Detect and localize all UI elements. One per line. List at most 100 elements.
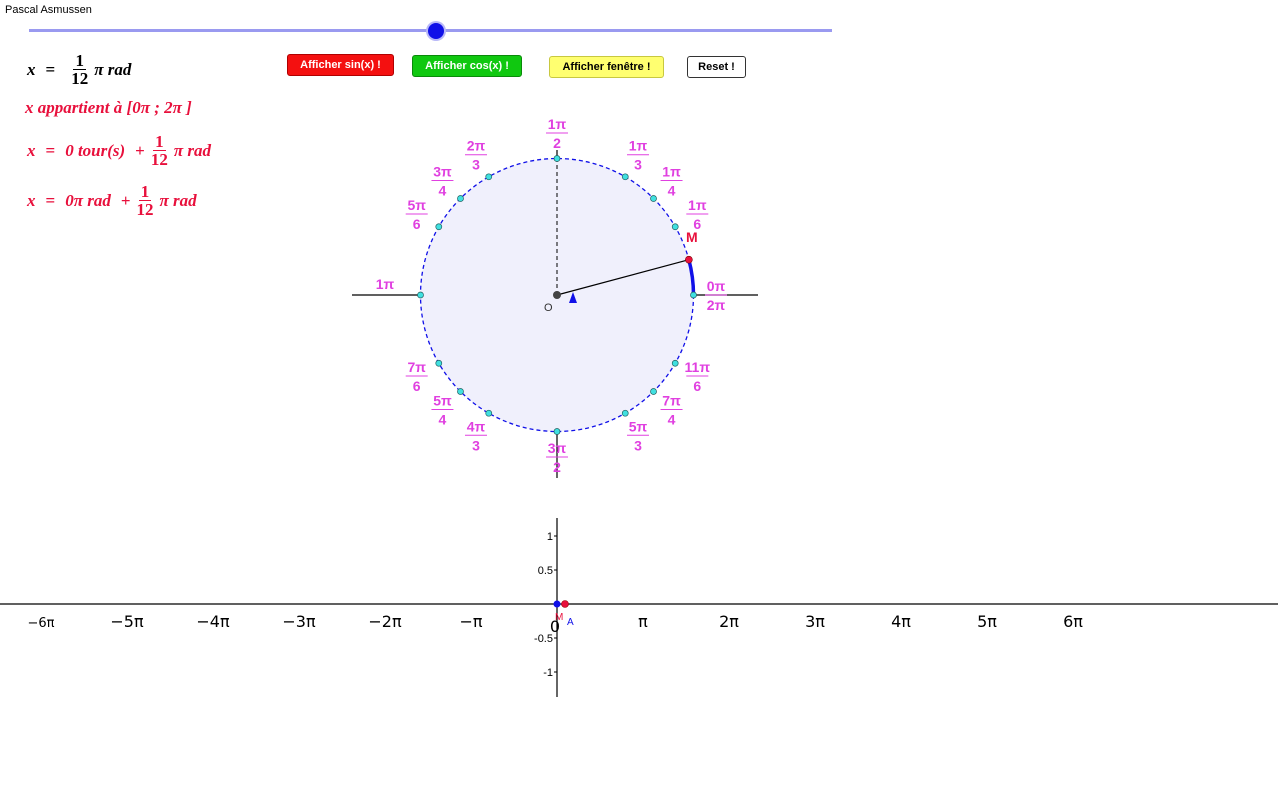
angle-label: 7π6 [405,359,428,394]
angle-label: 3π2 [546,440,568,475]
special-angle-point [621,409,629,417]
x-tick-label: 4π [891,612,911,631]
trig-circle [417,155,697,435]
angle-label-den: 3 [634,157,642,173]
special-angle-point [690,291,697,299]
show-window-button[interactable]: Afficher fenêtre ! [549,56,664,78]
angle-label: 0π2π [705,278,727,313]
angle-slider-thumb[interactable] [428,23,444,39]
formula-interval: x appartient à [0π ; 2π ] [25,98,192,117]
angle-label-num: 7π [407,359,426,375]
x-tick-label: 0 [550,617,560,636]
x-tick-label: −π [459,612,482,631]
angle-arc [687,259,696,296]
angle-label-text: 1π [376,276,395,292]
angle-label-den: 4 [668,182,676,198]
angle-label-den: 2π [707,297,726,313]
angle-label-num: 5π [407,197,426,213]
x-tick-label: −3π [282,612,316,631]
formula-pi-decomposition: x = 0π rad + 1 12 π rad [27,182,197,219]
graph-ticks: −6π −5π −4π −3π −2π −π 0 π 2π 3π 4π 5π 6π 1 0.5 -0.5 -1 [28,531,1084,679]
special-angle-point [435,223,443,231]
formula-equals: = [45,59,56,79]
x-tick-label: −4π [196,612,230,631]
special-angle-point [485,173,493,181]
angle-label-den: 3 [634,437,642,453]
angle-label: 1π3 [627,138,649,173]
angle-label-den: 2 [553,135,561,151]
angle-label-num: 0π [707,278,726,294]
x-tick-label: 2π [719,612,739,631]
angle-label: 7π4 [660,393,683,428]
angle-label-den: 3 [472,157,480,173]
special-angle-point [485,409,493,417]
point-m-label: M [686,229,698,245]
formula-rad: π rad [94,59,132,79]
special-angle-point [435,359,443,367]
angle-label-num: 11π [685,359,711,375]
show-sin-button[interactable]: Afficher sin(x) ! [287,54,394,76]
formula-x-value: x = 1 12 π rad [27,52,131,87]
show-cos-button[interactable]: Afficher cos(x) ! [412,55,522,77]
special-angle-point [457,388,464,395]
angle-label-num: 4π [467,418,486,434]
angle-label: 1π [376,276,395,292]
geometry-canvas: 0π2π1π61π41π31π22π33π45π61π7π65π4 4π3 3π25… [0,116,1278,697]
formula-fraction: 1 12 [71,51,89,88]
angle-label: 1π4 [660,163,683,198]
angle-label-num: 1π [662,163,681,179]
angle-label: 1π2 [546,116,568,151]
angle-label: 5π4 [431,393,454,428]
origin-label: O [544,302,553,314]
angle-label: 11π6 [685,359,711,394]
formula-turns: x = 0 tour(s) + 1 12 π rad [27,132,212,169]
special-angle-point [553,155,561,162]
author-label: Pascal Asmussen [5,4,92,16]
unit-circle [419,157,695,433]
special-angle-point [650,195,657,202]
special-angle-point [621,173,629,181]
angle-label-den: 4 [668,412,676,428]
x-tick-label: −2π [368,612,402,631]
y-tick-label: -1 [543,667,553,679]
angle-label-num: 1π [688,197,707,213]
special-angle-point [553,428,561,435]
special-angle-point [457,195,464,202]
graph-a-label: A [567,617,574,628]
reset-button[interactable]: Reset ! [687,56,746,78]
point-m[interactable] [685,255,693,264]
y-tick-label: 1 [547,531,553,543]
angle-label: 1π6 [686,197,709,232]
formula-x: x [27,59,36,79]
graph-point-a[interactable] [553,600,561,608]
angle-label-num: 7π [662,393,681,409]
x-tick-label: π [638,612,648,631]
graph-point-m[interactable] [561,600,569,608]
x-tick-label: −6π [28,616,55,631]
graph-m-label: M [555,612,563,623]
angle-label-num: 3π [548,440,567,456]
angle-label-num: 2π [467,138,486,154]
angle-label: 5π6 [405,197,428,232]
angle-label: 2π3 [465,138,487,173]
angle-label-den: 6 [693,378,701,394]
radius-om [556,259,690,296]
angle-label: 5π3 [627,418,649,453]
angle-label: 3π4 [431,163,454,198]
special-angle-point [671,359,679,367]
angle-label: 4π3 [465,418,487,453]
special-angle-point [671,223,679,231]
angle-label-num: 3π [433,163,452,179]
x-tick-label: 6π [1063,612,1083,631]
angle-label-num: 5π [629,418,648,434]
angle-marker [569,292,577,303]
x-tick-label: −5π [110,612,144,631]
angle-label-den: 6 [693,216,701,232]
y-tick-label: -0.5 [534,633,553,645]
angle-label-den: 4 [439,182,447,198]
angle-label-num: 5π [433,393,452,409]
origin-point [553,291,561,299]
angle-label-den: 6 [413,378,421,394]
angle-label-den: 2 [553,459,561,475]
y-tick-label: 0.5 [538,565,553,577]
